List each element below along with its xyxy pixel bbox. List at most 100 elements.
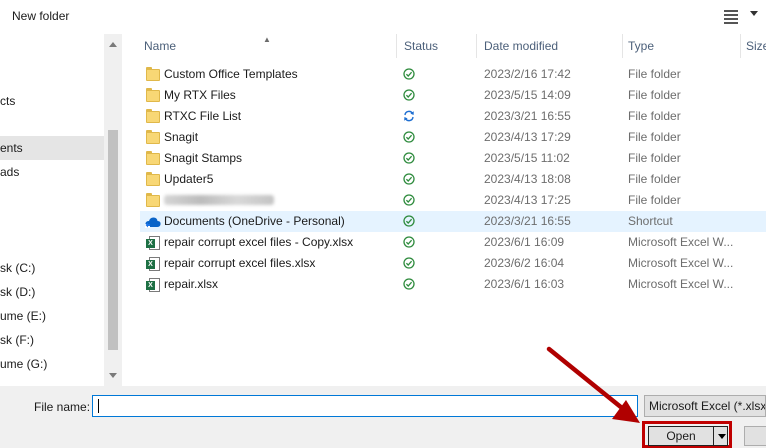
sync-complete-icon	[403, 89, 415, 101]
nav-item-label: ume (E:)	[0, 309, 47, 323]
file-date-modified: 2023/4/13 18:08	[484, 172, 571, 186]
nav-item-drive-c[interactable]: sk (C:)	[0, 256, 104, 280]
open-dropdown-icon[interactable]	[718, 434, 726, 439]
blurred-file-name	[164, 195, 274, 205]
file-row[interactable]: Xrepair corrupt excel files.xlsx 2023/6/2…	[140, 253, 766, 274]
nav-item-downloads[interactable]: ads	[0, 160, 104, 184]
file-row[interactable]: 2023/4/13 17:25 File folder	[140, 190, 766, 211]
sync-complete-icon	[403, 194, 415, 206]
column-divider[interactable]	[396, 34, 397, 58]
file-name-label: File name:	[34, 400, 91, 414]
open-button[interactable]: Open	[648, 426, 728, 446]
file-name: repair corrupt excel files.xlsx	[164, 256, 316, 270]
scroll-down-icon[interactable]	[109, 373, 117, 378]
file-name: repair.xlsx	[164, 277, 219, 291]
file-row[interactable]: Xrepair.xlsx 2023/6/1 16:03 Microsoft Exce…	[140, 274, 766, 295]
sync-complete-icon	[403, 173, 415, 185]
onedrive-icon	[145, 214, 161, 229]
file-date-modified: 2023/6/1 16:03	[484, 277, 565, 291]
nav-item-label: ents	[0, 141, 23, 155]
folder-icon	[145, 193, 161, 208]
view-dropdown-icon[interactable]	[750, 11, 758, 16]
file-name: Custom Office Templates	[164, 67, 298, 81]
scroll-thumb[interactable]	[108, 130, 118, 350]
nav-item-label: sk (F:)	[0, 333, 34, 347]
nav-item-objects[interactable]: cts	[0, 89, 104, 113]
file-date-modified: 2023/6/1 16:09	[484, 235, 565, 249]
file-type: File folder	[628, 151, 681, 165]
file-date-modified: 2023/2/16 17:42	[484, 67, 571, 81]
cancel-button[interactable]	[744, 426, 766, 446]
file-name: Documents (OneDrive - Personal)	[164, 214, 345, 228]
folder-icon	[145, 67, 161, 82]
file-date-modified: 2023/4/13 17:25	[484, 193, 571, 207]
nav-item-drive-g[interactable]: ume (G:)	[0, 352, 104, 376]
toolbar: New folder	[0, 0, 766, 34]
open-button-label: Open	[666, 429, 696, 443]
nav-item-label: cts	[0, 94, 16, 108]
nav-item-drive-d[interactable]: sk (D:)	[0, 280, 104, 304]
file-row[interactable]: Xrepair corrupt excel files - Copy.xlsx 2…	[140, 232, 766, 253]
nav-item-label: ume (G:)	[0, 357, 48, 371]
new-folder-button[interactable]: New folder	[12, 9, 69, 23]
file-type-filter[interactable]: Microsoft Excel (*.xlsx)	[644, 395, 766, 417]
nav-item-label: sk (D:)	[0, 285, 36, 299]
sync-complete-icon	[403, 152, 415, 164]
file-name: Updater5	[164, 172, 214, 186]
excel-icon: X	[145, 235, 161, 250]
file-type: File folder	[628, 193, 681, 207]
file-date-modified: 2023/3/21 16:55	[484, 214, 571, 228]
file-row[interactable]: Snagit 2023/4/13 17:29 File folder	[140, 127, 766, 148]
scroll-up-icon[interactable]	[109, 42, 117, 47]
nav-item-documents[interactable]: ents	[0, 136, 104, 160]
nav-item-label: ads	[0, 165, 20, 179]
open-button-divider	[713, 427, 714, 445]
file-row[interactable]: Snagit Stamps 2023/5/15 11:02 File folder	[140, 148, 766, 169]
column-header-type[interactable]: Type	[622, 34, 740, 58]
navigation-pane: cts ents ads sk (C:) sk (D:) ume (E:) sk…	[0, 34, 122, 386]
file-type: File folder	[628, 109, 681, 123]
column-divider[interactable]	[476, 34, 477, 58]
file-row[interactable]: Custom Office Templates 2023/2/16 17:42 Fi…	[140, 64, 766, 85]
file-type: File folder	[628, 67, 681, 81]
file-type: Microsoft Excel W...	[628, 277, 734, 291]
file-name: repair corrupt excel files - Copy.xlsx	[164, 235, 354, 249]
file-row[interactable]: Updater5 2023/4/13 18:08 File folder	[140, 169, 766, 190]
text-caret	[98, 399, 99, 413]
file-type: File folder	[628, 130, 681, 144]
file-row[interactable]: RTXC File List 2023/3/21 16:55 File folder	[140, 106, 766, 127]
nav-item-drive-f[interactable]: sk (F:)	[0, 328, 104, 352]
file-date-modified: 2023/3/21 16:55	[484, 109, 571, 123]
sync-complete-icon	[403, 68, 415, 80]
file-row[interactable]: Documents (OneDrive - Personal) 2023/3/21…	[140, 211, 766, 232]
folder-icon	[145, 130, 161, 145]
file-name: Snagit	[164, 130, 199, 144]
sync-pending-icon	[403, 110, 415, 122]
sync-complete-icon	[403, 236, 415, 248]
sync-complete-icon	[403, 257, 415, 269]
column-header-name[interactable]: Name	[138, 34, 396, 58]
file-type: File folder	[628, 172, 681, 186]
file-date-modified: 2023/6/2 16:04	[484, 256, 565, 270]
file-date-modified: 2023/5/15 11:02	[484, 151, 570, 165]
nav-item-drive-e[interactable]: ume (E:)	[0, 304, 104, 328]
column-header-status[interactable]: Status	[398, 34, 476, 58]
view-options-icon[interactable]	[724, 8, 744, 26]
dialog-footer: File name: Microsoft Excel (*.xlsx) Open	[0, 386, 766, 448]
column-header-size[interactable]: Size	[740, 34, 766, 58]
file-row[interactable]: My RTX Files 2023/5/15 14:09 File folder	[140, 85, 766, 106]
folder-icon	[145, 172, 161, 187]
column-header-date-modified[interactable]: Date modified	[478, 34, 622, 58]
file-type: File folder	[628, 88, 681, 102]
folder-icon	[145, 88, 161, 103]
sync-complete-icon	[403, 215, 415, 227]
excel-icon: X	[145, 256, 161, 271]
file-name-input[interactable]	[92, 395, 638, 417]
file-date-modified: 2023/4/13 17:29	[484, 130, 571, 144]
sync-complete-icon	[403, 278, 415, 290]
excel-icon: X	[145, 277, 161, 292]
file-type: Shortcut	[628, 214, 673, 228]
nav-scrollbar[interactable]	[104, 34, 122, 386]
folder-icon	[145, 151, 161, 166]
nav-item-label: sk (C:)	[0, 261, 36, 275]
